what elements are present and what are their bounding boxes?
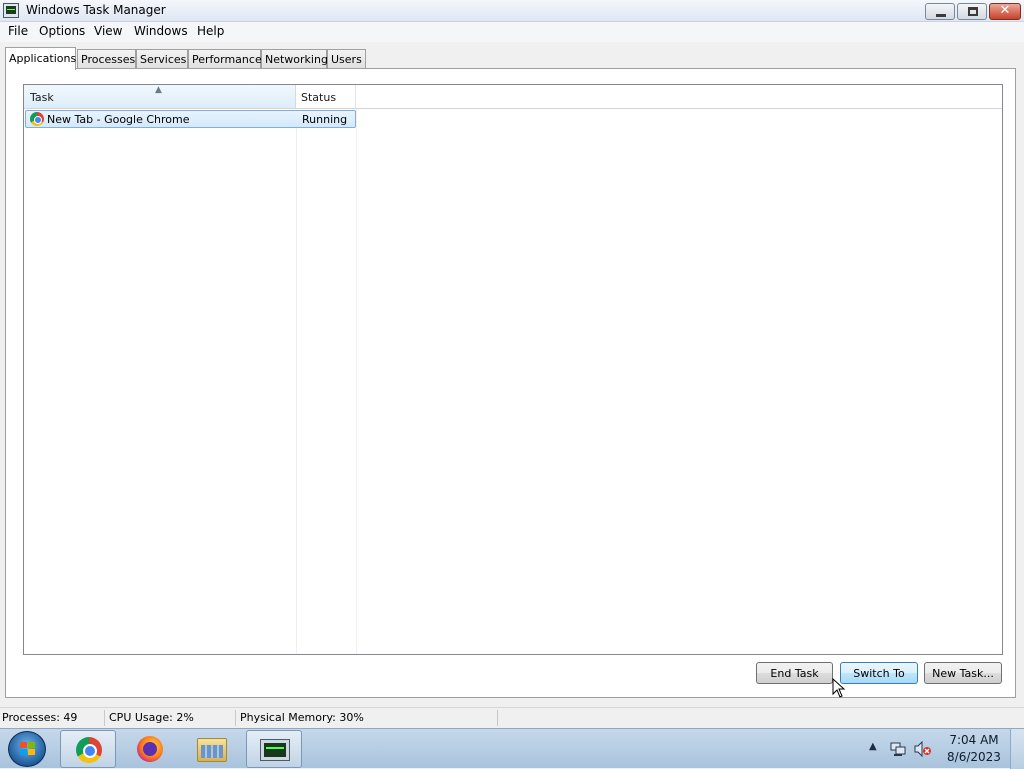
close-button[interactable]: ✕ bbox=[989, 3, 1021, 20]
menu-windows[interactable]: Windows bbox=[134, 24, 188, 38]
restore-icon bbox=[968, 7, 978, 16]
close-icon: ✕ bbox=[999, 3, 1011, 18]
taskbar-firefox[interactable] bbox=[122, 730, 178, 768]
column-label: Status bbox=[301, 91, 337, 104]
tab-services[interactable]: Services bbox=[136, 49, 188, 69]
tab-processes[interactable]: Processes bbox=[77, 49, 136, 69]
menu-file[interactable]: File bbox=[8, 24, 28, 38]
menu-view[interactable]: View bbox=[94, 24, 122, 38]
minimize-icon bbox=[936, 14, 946, 17]
column-label: Task bbox=[30, 91, 54, 104]
switch-to-button[interactable]: Switch To bbox=[840, 662, 918, 684]
window-title: Windows Task Manager bbox=[26, 3, 166, 17]
tab-label: Services bbox=[140, 53, 187, 66]
tab-performance[interactable]: Performance bbox=[188, 49, 262, 69]
chrome-icon bbox=[30, 112, 44, 126]
tab-label: Networking bbox=[265, 53, 328, 66]
show-hidden-icons-icon[interactable]: ▲ bbox=[869, 741, 877, 752]
cpu-usage: CPU Usage: 2% bbox=[109, 711, 194, 724]
clock-time[interactable]: 7:04 AM bbox=[946, 733, 1002, 747]
sort-ascending-icon: ▲ bbox=[155, 85, 162, 95]
file-explorer-icon bbox=[197, 738, 227, 762]
clock-date[interactable]: 8/6/2023 bbox=[946, 750, 1002, 764]
list-header: Task ▲ Status bbox=[24, 85, 1002, 109]
task-manager-icon bbox=[260, 739, 290, 761]
task-status: Running bbox=[302, 113, 348, 126]
status-divider bbox=[497, 710, 498, 726]
physical-memory: Physical Memory: 30% bbox=[240, 711, 364, 724]
menu-bar: File Options View Windows Help bbox=[0, 22, 1024, 42]
chrome-icon bbox=[76, 737, 102, 763]
title-bar[interactable]: Windows Task Manager ✕ bbox=[0, 0, 1024, 22]
taskbar: ▲ 7:04 AM 8/6/2023 bbox=[0, 728, 1024, 769]
tab-networking[interactable]: Networking bbox=[261, 49, 328, 69]
mouse-cursor-icon bbox=[832, 678, 846, 698]
network-icon[interactable] bbox=[890, 741, 906, 757]
maximize-button[interactable] bbox=[957, 3, 987, 20]
start-button[interactable] bbox=[8, 731, 46, 767]
status-divider bbox=[104, 710, 105, 726]
tab-applications[interactable]: Applications bbox=[5, 47, 76, 70]
task-list[interactable]: Task ▲ Status New Tab - Google Chrome Ru… bbox=[23, 84, 1003, 655]
menu-help[interactable]: Help bbox=[197, 24, 224, 38]
table-row[interactable]: New Tab - Google Chrome Running bbox=[25, 110, 356, 128]
process-count: Processes: 49 bbox=[2, 711, 78, 724]
column-header-task[interactable]: Task ▲ bbox=[24, 85, 296, 108]
taskbar-file-explorer[interactable] bbox=[184, 730, 240, 768]
windows-logo-icon bbox=[20, 742, 35, 755]
task-name: New Tab - Google Chrome bbox=[47, 113, 190, 126]
column-divider bbox=[356, 109, 357, 654]
status-divider bbox=[235, 710, 236, 726]
taskbar-chrome[interactable] bbox=[60, 730, 116, 768]
task-manager-window: Windows Task Manager ✕ File Options View… bbox=[0, 0, 1024, 728]
firefox-icon bbox=[137, 736, 163, 762]
volume-muted-icon[interactable] bbox=[914, 741, 932, 757]
tab-users[interactable]: Users bbox=[327, 49, 366, 69]
minimize-button[interactable] bbox=[925, 3, 955, 20]
tab-label: Users bbox=[331, 53, 362, 66]
new-task-button[interactable]: New Task... bbox=[924, 662, 1002, 684]
column-divider bbox=[296, 109, 297, 654]
task-manager-icon bbox=[3, 3, 19, 18]
tab-label: Processes bbox=[81, 53, 136, 66]
menu-options[interactable]: Options bbox=[39, 24, 85, 38]
tab-label: Performance bbox=[192, 53, 262, 66]
taskbar-task-manager[interactable] bbox=[246, 730, 302, 768]
column-header-status[interactable]: Status bbox=[296, 85, 356, 108]
status-bar: Processes: 49 CPU Usage: 2% Physical Mem… bbox=[0, 707, 1024, 728]
end-task-button[interactable]: End Task bbox=[756, 662, 833, 684]
tab-label: Applications bbox=[9, 52, 77, 65]
show-desktop-button[interactable] bbox=[1010, 729, 1024, 769]
